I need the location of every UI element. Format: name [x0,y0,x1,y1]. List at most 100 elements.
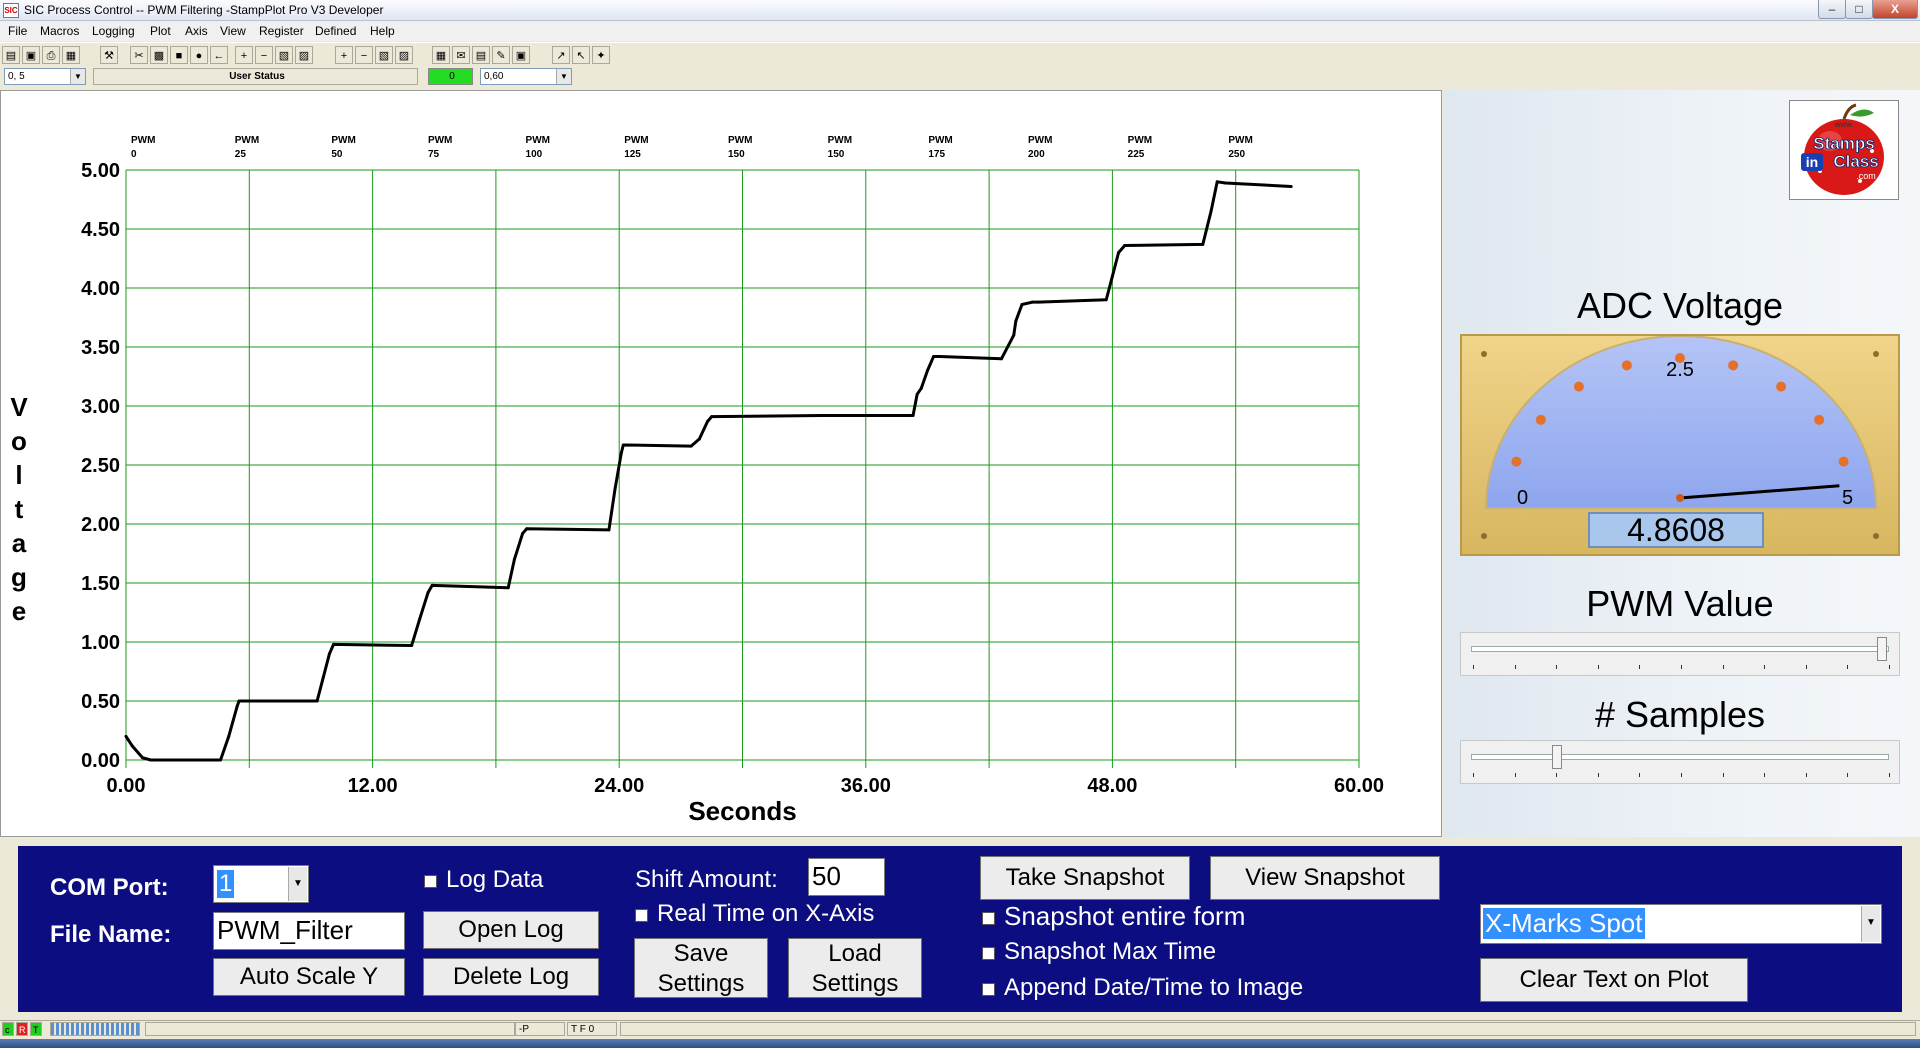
settings-icon[interactable]: ✦ [592,46,610,64]
fit-y-icon[interactable]: ▨ [395,46,413,64]
menu-defined[interactable]: Defined [315,24,356,38]
pwm-marker-value: 200 [1028,149,1045,160]
pencil-icon[interactable]: ✎ [492,46,510,64]
back-arrow-icon[interactable]: ← [210,46,228,64]
y-tick-label: 4.00 [81,278,120,300]
grid-icon[interactable]: ▣ [512,46,530,64]
menu-axis[interactable]: Axis [185,24,208,38]
pwm-marker-label: PWM [331,135,355,146]
slider-tick [1473,773,1474,777]
tools-icon[interactable]: ⚒ [100,46,118,64]
voltage-data-point [426,590,430,594]
zoom-out-y-icon[interactable]: − [355,46,373,64]
append-date-checkbox[interactable] [982,983,995,996]
menu-help[interactable]: Help [370,24,395,38]
samples-slider[interactable] [1460,740,1900,784]
save-settings-line1: Save [673,940,729,967]
load-settings-button[interactable]: Load Settings [788,938,922,998]
pwm-slider[interactable] [1460,632,1900,676]
close-button[interactable]: X [1872,0,1918,19]
connected-led: c [2,1022,14,1036]
x-tick-label: 24.00 [594,775,644,797]
auto-scale-y-button[interactable]: Auto Scale Y [213,958,405,996]
zoom-in-x-icon[interactable]: + [235,46,253,64]
samples-slider-thumb[interactable] [1552,745,1563,769]
menu-file[interactable]: File [8,24,27,38]
snapshot-max-time-checkbox[interactable] [982,947,995,960]
pwm-marker-value: 150 [728,149,745,160]
voltage-data-point [506,586,510,590]
com-port-select[interactable]: 1 ▼ [213,865,309,903]
rate-select[interactable]: 0, 5 ▼ [4,68,86,85]
fit-x-icon[interactable]: ▨ [295,46,313,64]
zoom-out-x-icon[interactable]: − [255,46,273,64]
file-name-input[interactable]: PWM_Filter [213,912,405,950]
rate-select-value: 0, 5 [8,71,25,82]
arrow-up-left-icon[interactable]: ↖ [572,46,590,64]
pwm-marker-value: 50 [331,149,343,160]
voltage-data-point [1223,181,1227,185]
stop-icon[interactable]: ■ [170,46,188,64]
meter-scale-dot [1511,456,1522,467]
chevron-down-icon[interactable]: ▼ [556,69,571,84]
list-icon[interactable]: ▤ [472,46,490,64]
plot-area[interactable]: 0.00 0.50 1.00 1.50 2.00 2.50 3.00 3.50 4.00 4.50… [0,90,1442,837]
voltage-data-point [619,451,623,455]
zoom-in-y-icon[interactable]: + [335,46,353,64]
delete-log-button[interactable]: Delete Log [423,958,599,996]
plot-icon[interactable]: ▩ [150,46,168,64]
status-tf: T F 0 [567,1022,617,1036]
voltage-data-point [938,354,942,358]
record-icon[interactable]: ● [190,46,208,64]
pwm-slider-thumb[interactable] [1876,637,1887,661]
chevron-down-icon[interactable]: ▼ [1861,906,1880,942]
scale-y-icon[interactable]: ▧ [375,46,393,64]
open-icon[interactable]: ▤ [2,46,20,64]
minimize-button[interactable]: – [1818,0,1846,19]
slider-tick [1847,665,1849,669]
maximize-button[interactable]: □ [1845,0,1873,19]
menu-plot[interactable]: Plot [150,24,171,38]
snapshot-entire-form-checkbox[interactable] [982,912,995,925]
value-select[interactable]: 0,60 ▼ [480,68,572,85]
chevron-down-icon[interactable]: ▼ [288,867,307,901]
voltage-data-point [1030,300,1034,304]
pwm-marker-label: PWM [1028,135,1052,146]
open-log-button[interactable]: Open Log [423,911,599,949]
camera-icon[interactable]: ▦ [62,46,80,64]
connect-icon[interactable]: ✂ [130,46,148,64]
take-snapshot-button[interactable]: Take Snapshot [980,856,1190,900]
voltage-data-point [706,419,710,423]
log-data-checkbox[interactable] [424,875,437,888]
file-name-label: File Name: [50,921,172,948]
view-snapshot-button[interactable]: View Snapshot [1210,856,1440,900]
voltage-data-point [227,734,231,738]
voltage-data-point [237,699,241,703]
shift-amount-input[interactable]: 50 [808,858,885,896]
pwm-marker-value: 125 [624,149,641,160]
slider-tick [1889,773,1890,777]
voltage-data-point [124,734,128,738]
message-icon[interactable]: ✉ [452,46,470,64]
voltage-data-point [410,644,414,648]
plot-text-select[interactable]: X-Marks Spot ▼ [1480,904,1882,944]
chevron-down-icon[interactable]: ▼ [70,69,85,84]
stamps-in-class-logo: www. Stamps in Class .com [1789,100,1899,200]
menu-logging[interactable]: Logging [92,24,135,38]
real-time-checkbox[interactable] [635,909,648,922]
arrow-up-right-icon[interactable]: ↗ [552,46,570,64]
menu-macros[interactable]: Macros [40,24,79,38]
load-settings-line1: Load [828,940,882,967]
meter-scale-dot [1535,414,1546,425]
image-icon[interactable]: ▦ [432,46,450,64]
slider-tick [1556,773,1558,777]
menu-view[interactable]: View [220,24,246,38]
print-icon[interactable]: ⎙ [42,46,60,64]
clear-text-button[interactable]: Clear Text on Plot [1480,958,1748,1002]
menu-register[interactable]: Register [259,24,304,38]
x-axis-title: Seconds [688,796,796,826]
save-icon[interactable]: ▣ [22,46,40,64]
save-settings-button[interactable]: Save Settings [634,938,768,998]
voltage-data-point [1201,242,1205,246]
scale-x-icon[interactable]: ▧ [275,46,293,64]
